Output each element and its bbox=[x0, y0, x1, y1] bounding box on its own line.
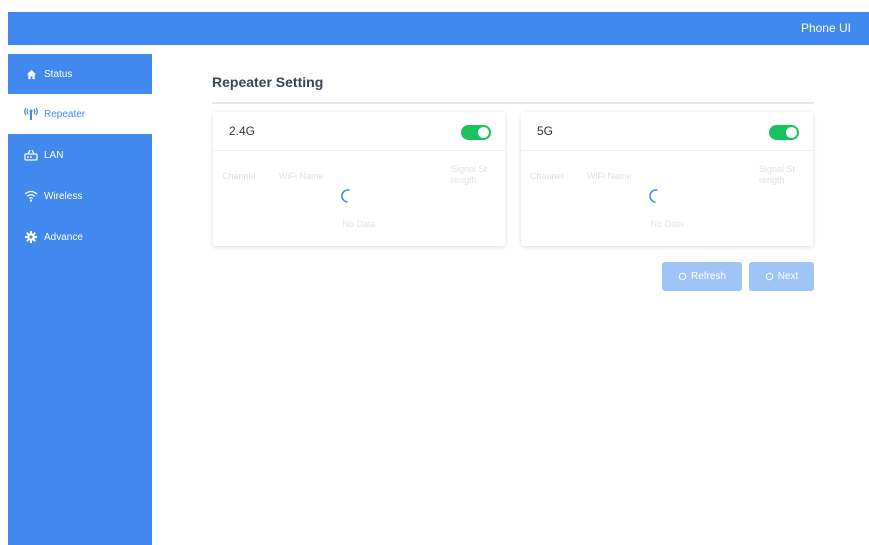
column-header-signal-strength: Signal St rength bbox=[451, 164, 488, 185]
sidebar-nav: Status Repeater LAN Wireless Advance bbox=[8, 54, 152, 545]
column-header-channel: Channel bbox=[222, 171, 256, 181]
next-button[interactable]: Next bbox=[749, 262, 814, 291]
card-header: 2.4G bbox=[213, 112, 505, 151]
band-card-2-4g: 2.4G Channel WiFi Name Signal St rength … bbox=[213, 112, 505, 246]
column-header-wifi-name: WiFi Name bbox=[587, 171, 632, 181]
repeater-antenna-icon bbox=[24, 107, 38, 121]
sidebar-item-label: Status bbox=[44, 68, 73, 80]
gear-icon bbox=[24, 230, 38, 244]
sidebar-item-repeater[interactable]: Repeater bbox=[8, 94, 152, 134]
page-title: Repeater Setting bbox=[212, 74, 324, 90]
empty-state-text: No Data bbox=[342, 219, 376, 229]
top-header-bar: Phone UI bbox=[8, 12, 869, 45]
sidebar-item-advance[interactable]: Advance bbox=[8, 217, 152, 257]
phone-ui-link[interactable]: Phone UI bbox=[801, 21, 851, 35]
next-button-label: Next bbox=[777, 271, 799, 282]
refresh-button-label: Refresh bbox=[690, 271, 726, 282]
sidebar-item-label: Repeater bbox=[44, 108, 86, 120]
toggle-knob bbox=[786, 127, 797, 138]
title-divider bbox=[212, 102, 814, 104]
sidebar-item-label: Advance bbox=[44, 231, 83, 243]
sidebar-item-wireless[interactable]: Wireless bbox=[8, 176, 152, 216]
wifi-icon bbox=[24, 189, 38, 203]
home-icon bbox=[24, 67, 38, 81]
empty-state-text: No Data bbox=[650, 219, 684, 229]
next-icon bbox=[765, 272, 773, 281]
router-icon bbox=[24, 148, 38, 162]
loading-spinner-icon bbox=[341, 189, 350, 203]
sidebar-item-status[interactable]: Status bbox=[8, 54, 152, 94]
band-name: 2.4G bbox=[229, 124, 256, 138]
band-name: 5G bbox=[537, 124, 554, 138]
band-enable-toggle[interactable] bbox=[769, 125, 799, 140]
sidebar-item-lan[interactable]: LAN bbox=[8, 135, 152, 175]
toggle-knob bbox=[478, 127, 489, 138]
loading-spinner-icon bbox=[649, 189, 658, 203]
refresh-button[interactable]: Refresh bbox=[662, 262, 742, 291]
sidebar-item-label: LAN bbox=[44, 149, 64, 161]
column-header-wifi-name: WiFi Name bbox=[279, 171, 324, 181]
refresh-icon bbox=[678, 272, 687, 281]
column-header-channel: Channel bbox=[530, 171, 564, 181]
card-header: 5G bbox=[521, 112, 813, 151]
column-header-signal-strength: Signal St rength bbox=[759, 164, 796, 185]
band-enable-toggle[interactable] bbox=[461, 125, 491, 140]
sidebar-item-label: Wireless bbox=[44, 190, 83, 202]
band-card-5g: 5G Channel WiFi Name Signal St rength No… bbox=[521, 112, 813, 246]
